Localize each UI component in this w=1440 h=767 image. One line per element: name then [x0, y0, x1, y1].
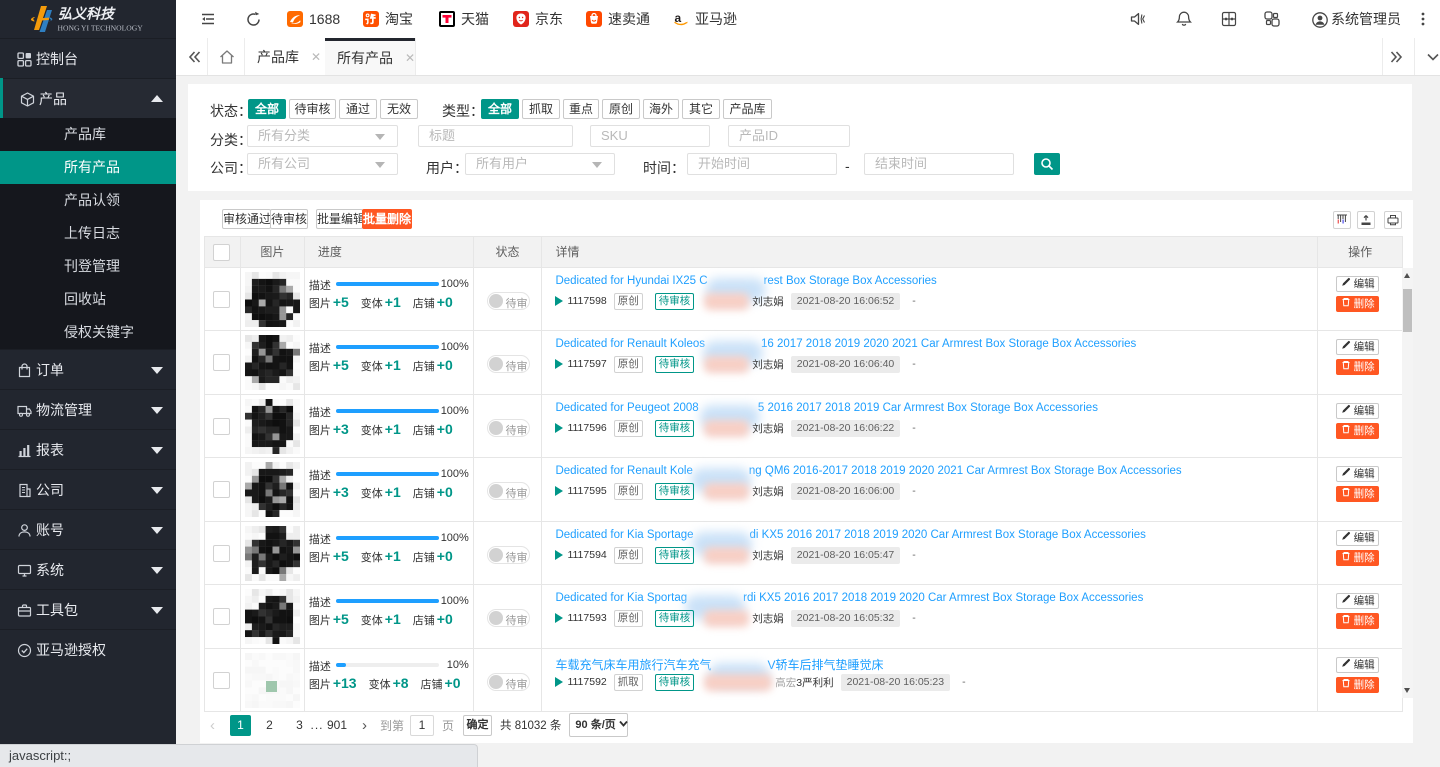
- svg-text:弘义科技: 弘义科技: [58, 6, 116, 23]
- svg-text:HONG YI TECHNOLOGY: HONG YI TECHNOLOGY: [58, 24, 144, 33]
